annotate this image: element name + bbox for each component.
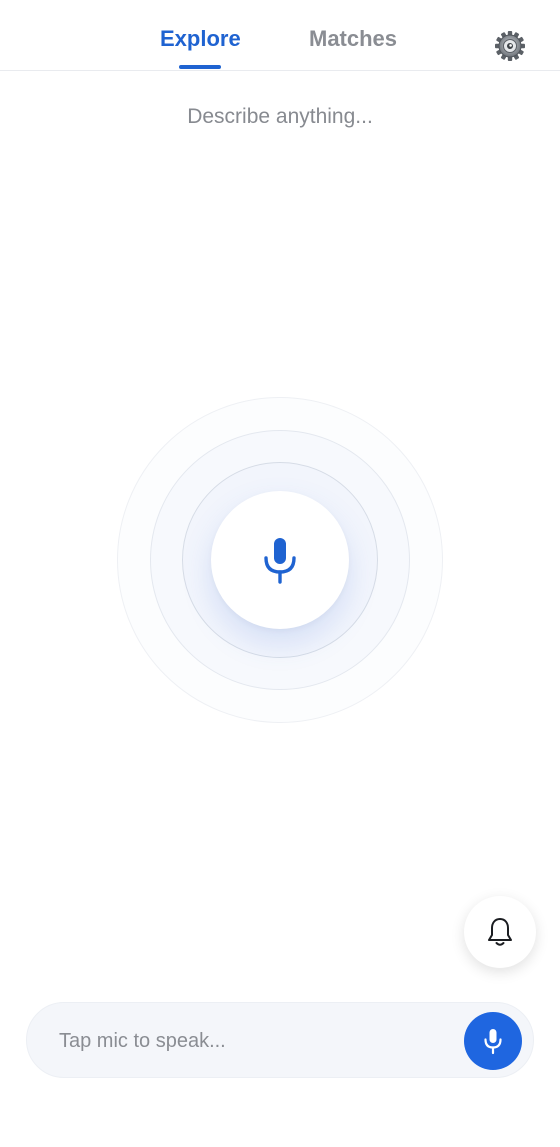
active-tab-indicator <box>179 65 221 69</box>
speech-input-bar <box>26 1002 534 1079</box>
gear-icon <box>495 31 525 61</box>
tab-explore[interactable]: Explore <box>160 26 241 52</box>
top-tab-bar: Explore Matches <box>0 0 560 71</box>
mic-button[interactable] <box>464 1012 522 1070</box>
prompt-text: Describe anything... <box>187 105 373 128</box>
microphone-icon <box>484 1029 502 1055</box>
tab-matches[interactable]: Matches <box>309 26 397 52</box>
speech-input[interactable] <box>59 1003 439 1079</box>
voice-record-button[interactable] <box>211 491 349 629</box>
settings-button[interactable] <box>494 30 526 62</box>
bell-icon <box>488 918 512 946</box>
app-screen: Explore Matches Describe anything... Tap… <box>0 0 560 1147</box>
microphone-icon <box>264 538 296 584</box>
notifications-button[interactable] <box>464 896 536 968</box>
